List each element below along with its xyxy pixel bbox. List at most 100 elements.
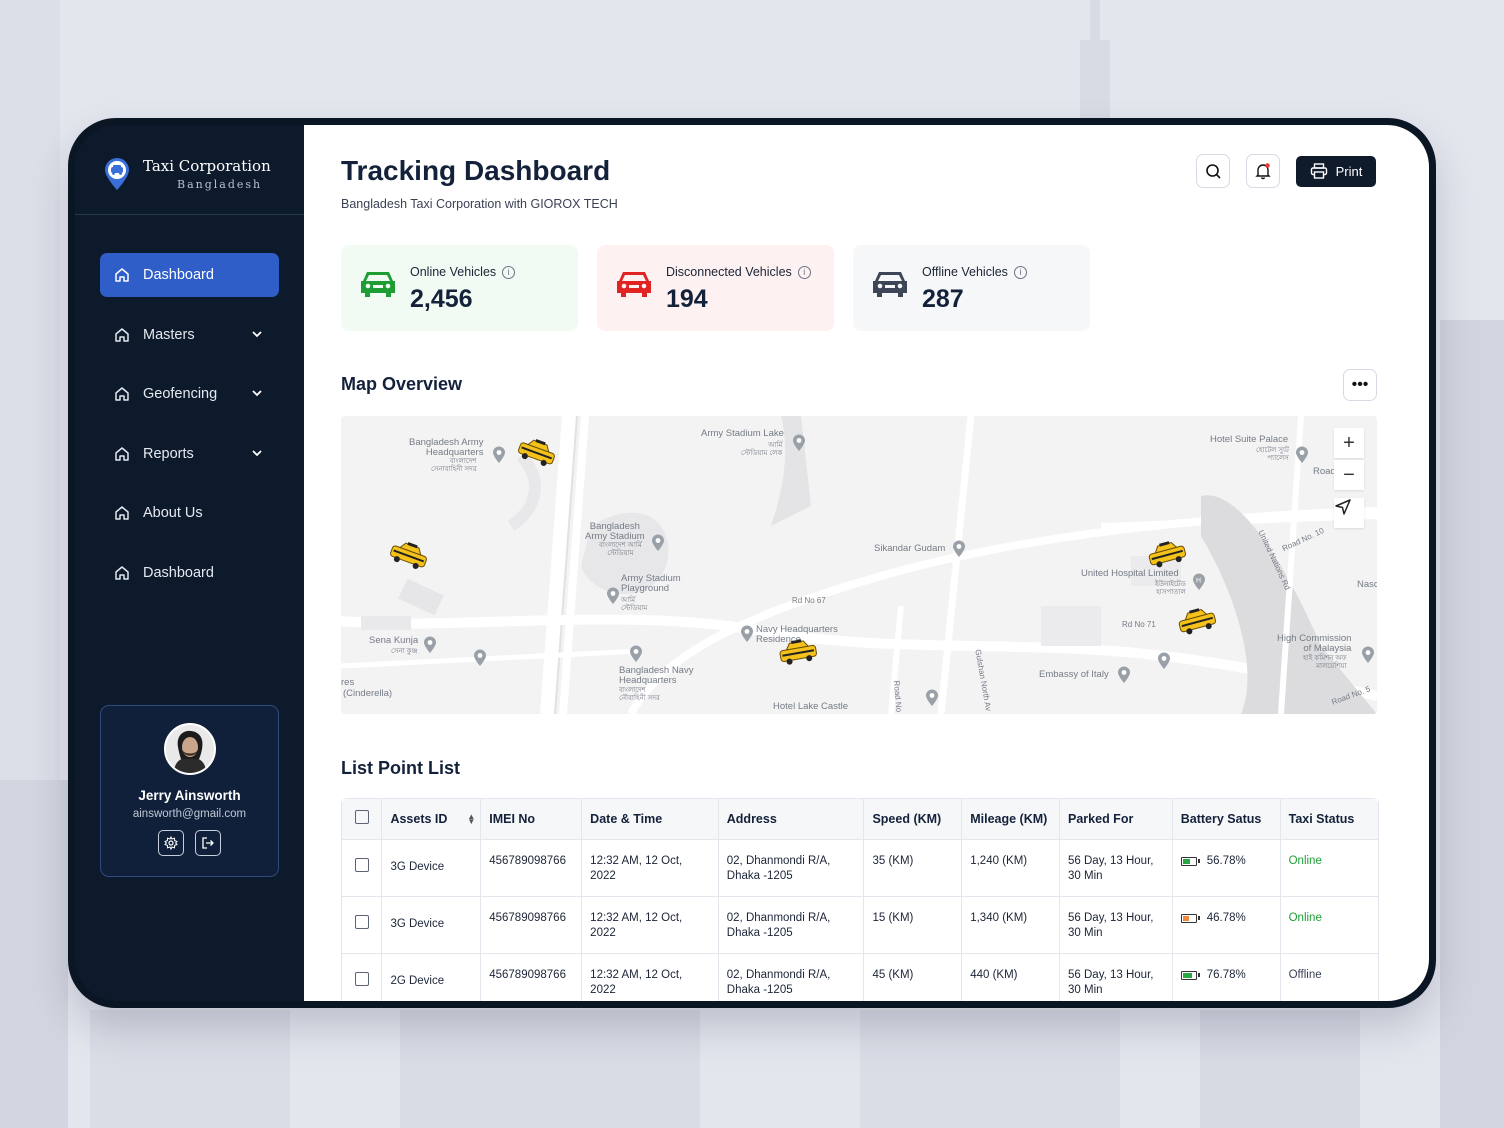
stat-label: Online Vehicles bbox=[410, 265, 497, 279]
avatar bbox=[163, 723, 216, 775]
table-row[interactable]: 3G Device 456789098766 12:32 AM, 12 Oct,… bbox=[342, 896, 1378, 954]
column-header: Battery Satus bbox=[1172, 799, 1281, 840]
info-icon[interactable]: i bbox=[1013, 265, 1027, 279]
location-pin-icon[interactable] bbox=[925, 689, 939, 707]
select-all-checkbox[interactable] bbox=[355, 810, 369, 825]
locate-button[interactable] bbox=[1334, 498, 1364, 528]
sidebar-item-dashboard[interactable]: Dashboard bbox=[100, 253, 279, 297]
asset-id-cell: 2G Device bbox=[381, 953, 482, 1001]
sidebar-item-geofencing[interactable]: Geofencing bbox=[100, 372, 279, 416]
select-all-cell bbox=[342, 799, 383, 840]
hospital-pin-icon[interactable]: H bbox=[1192, 573, 1206, 591]
car-icon bbox=[873, 272, 907, 297]
sidebar-item-masters[interactable]: Masters bbox=[100, 313, 279, 357]
map-label-hotel-suite: Hotel Suite Palace bbox=[1210, 434, 1289, 445]
more-options-button[interactable]: ••• bbox=[1343, 369, 1377, 401]
stat-card-online[interactable]: Online Vehicles i 2,456 bbox=[341, 245, 578, 331]
map-label-stadium-lake: Army Stadium Lake bbox=[701, 428, 784, 439]
location-pin-icon[interactable] bbox=[1117, 666, 1131, 684]
location-pin-icon[interactable] bbox=[651, 534, 665, 552]
sidebar-item-reports[interactable]: Reports bbox=[100, 432, 279, 476]
location-pin-icon[interactable] bbox=[629, 645, 643, 663]
home-icon bbox=[115, 565, 129, 580]
battery-icon bbox=[1180, 970, 1200, 980]
location-pin-icon[interactable] bbox=[423, 636, 437, 654]
main-content: Tracking Dashboard Bangladesh Taxi Corpo… bbox=[304, 125, 1429, 1001]
table-row[interactable]: 3G Device 456789098766 12:32 AM, 12 Oct,… bbox=[342, 839, 1378, 897]
chevron-down-icon[interactable] bbox=[251, 387, 263, 399]
navigation-arrow-icon bbox=[1335, 499, 1351, 515]
map-view[interactable]: Bangladesh Army Headquarters বাংলাদেশ সে… bbox=[341, 416, 1377, 714]
search-button[interactable] bbox=[1196, 154, 1230, 188]
sidebar: Taxi Corporation Bangladesh Dashboard Ma… bbox=[75, 125, 304, 1001]
speed-cell: 15 (KM) bbox=[863, 896, 963, 954]
map-label-res: res bbox=[341, 677, 355, 688]
location-pin-icon[interactable] bbox=[1295, 446, 1309, 464]
sidebar-nav: Dashboard Masters Geofencing Reports Abo… bbox=[100, 253, 279, 610]
stat-value: 287 bbox=[922, 285, 964, 313]
datetime-cell: 12:32 AM, 12 Oct, 2022 bbox=[581, 839, 719, 897]
speed-cell: 45 (KM) bbox=[863, 953, 963, 1001]
info-icon[interactable]: i bbox=[797, 265, 811, 279]
location-pin-icon[interactable] bbox=[740, 625, 754, 643]
plus-icon: + bbox=[1343, 431, 1355, 454]
chevron-down-icon[interactable] bbox=[251, 447, 263, 459]
parked-for-cell: 56 Day, 13 Hour, 30 Min bbox=[1059, 953, 1173, 1001]
home-icon bbox=[115, 387, 129, 401]
location-pin-icon[interactable] bbox=[606, 587, 620, 605]
location-pin-icon[interactable] bbox=[792, 434, 806, 452]
location-pin-icon[interactable] bbox=[952, 540, 966, 558]
column-header[interactable]: Assets ID ▲ ▼ bbox=[381, 799, 482, 840]
notifications-button[interactable] bbox=[1246, 154, 1280, 188]
logout-icon bbox=[202, 837, 214, 849]
chevron-down-icon[interactable] bbox=[251, 328, 263, 340]
settings-button[interactable] bbox=[158, 830, 184, 856]
location-pin-icon[interactable] bbox=[492, 446, 506, 464]
map-label-hotel-suite-bn: হোটেল স্যুট প্যালেস bbox=[1256, 447, 1289, 462]
sidebar-item-dashboard-2[interactable]: Dashboard bbox=[100, 551, 279, 595]
battery-cell: 76.78% bbox=[1172, 953, 1281, 1001]
battery-icon bbox=[1180, 913, 1200, 923]
map-label-united-hospital-bn: ইউনাইটেড হাসপাতাল bbox=[1155, 581, 1186, 596]
map-label-army-hq-bn: বাংলাদেশ সেনাবাহিনী সদর bbox=[431, 458, 477, 473]
user-name: Jerry Ainsworth bbox=[138, 788, 241, 803]
brand-logo-icon bbox=[103, 157, 131, 191]
sidebar-item-about-us[interactable]: About Us bbox=[100, 491, 279, 535]
stat-label: Disconnected Vehicles bbox=[666, 265, 792, 279]
sidebar-item-label: About Us bbox=[143, 505, 203, 521]
location-pin-icon[interactable] bbox=[1157, 652, 1171, 670]
map-label-rd-71: Rd No 71 bbox=[1122, 620, 1156, 629]
row-checkbox[interactable] bbox=[355, 971, 369, 986]
car-icon bbox=[617, 272, 651, 297]
sidebar-item-label: Dashboard bbox=[143, 564, 214, 581]
mileage-cell: 1,340 (KM) bbox=[961, 896, 1061, 954]
brand-divider bbox=[75, 214, 304, 215]
row-checkbox[interactable] bbox=[355, 914, 369, 929]
print-button[interactable]: Print bbox=[1296, 155, 1376, 187]
table-row[interactable]: 2G Device 456789098766 12:32 AM, 12 Oct,… bbox=[342, 953, 1378, 1001]
imei-cell: 456789098766 bbox=[480, 953, 583, 1001]
stats-row: Online Vehicles i 2,456 Disconnected Vehi… bbox=[341, 245, 1090, 331]
battery-icon bbox=[1180, 856, 1200, 866]
parked-for-cell: 56 Day, 13 Hour, 30 Min bbox=[1059, 839, 1173, 897]
map-label-sikandar: Sikandar Gudam bbox=[874, 543, 946, 554]
stat-card-disconnected[interactable]: Disconnected Vehicles i 194 bbox=[597, 245, 834, 331]
asset-id-cell: 3G Device bbox=[381, 896, 482, 954]
location-pin-icon[interactable] bbox=[1361, 646, 1375, 664]
info-icon[interactable]: i bbox=[502, 265, 516, 279]
location-pin-icon[interactable] bbox=[473, 649, 487, 667]
zoom-in-button[interactable]: + bbox=[1334, 428, 1364, 458]
logout-button[interactable] bbox=[195, 830, 221, 856]
row-checkbox[interactable] bbox=[355, 857, 369, 872]
map-label-united-hospital: United Hospital Limited bbox=[1081, 568, 1179, 579]
minus-icon: − bbox=[1343, 463, 1355, 486]
parked-for-cell: 56 Day, 13 Hour, 30 Min bbox=[1059, 896, 1173, 954]
car-icon bbox=[361, 272, 395, 297]
home-icon bbox=[115, 268, 129, 282]
status-cell: Offline bbox=[1280, 953, 1378, 1001]
home-icon bbox=[115, 327, 129, 342]
stat-card-offline[interactable]: Offline Vehicles i 287 bbox=[853, 245, 1090, 331]
list-title: List Point List bbox=[341, 758, 460, 778]
zoom-out-button[interactable]: − bbox=[1334, 460, 1364, 490]
sort-icon[interactable]: ▲ ▼ bbox=[467, 813, 475, 826]
